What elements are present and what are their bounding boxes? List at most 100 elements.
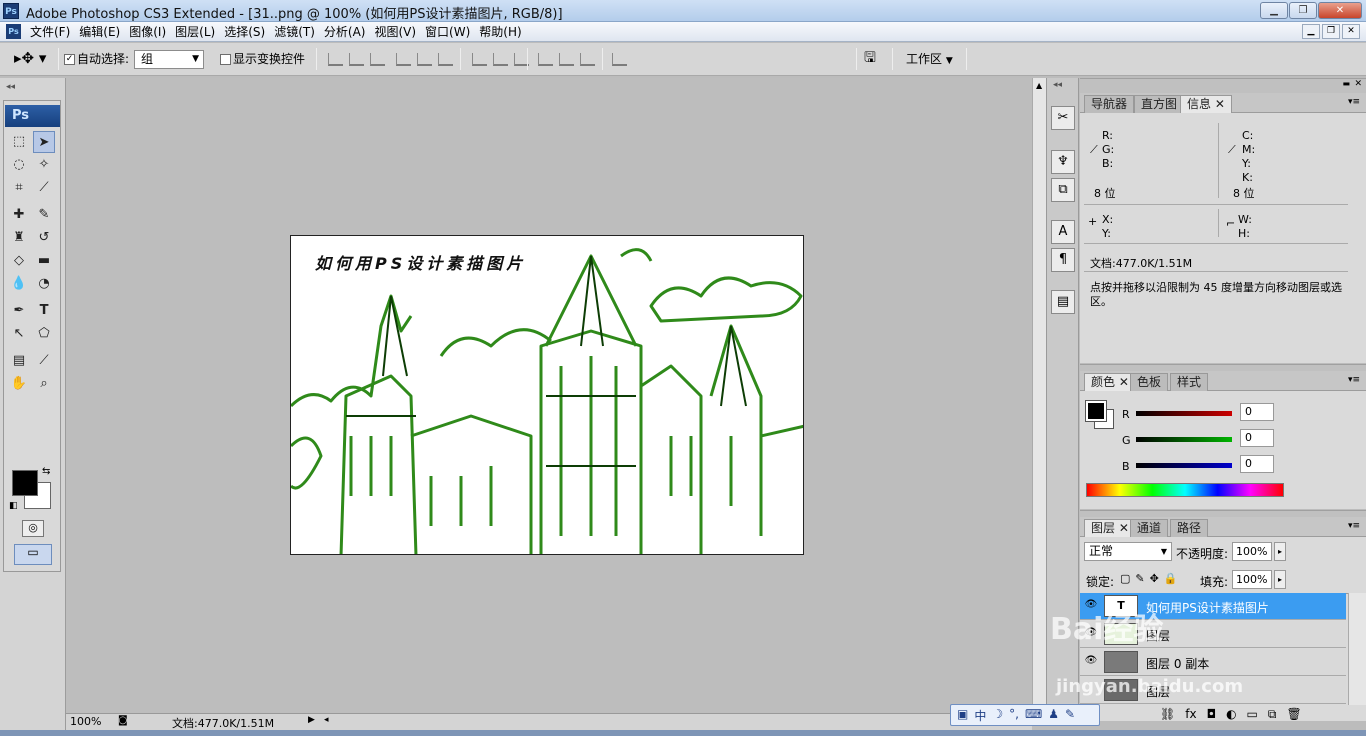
tab-swatches[interactable]: 色板 (1130, 373, 1169, 391)
opacity-slider-icon[interactable]: ▸ (1274, 542, 1286, 561)
swap-colors-icon[interactable]: ⇆ (42, 466, 50, 477)
g-value-input[interactable]: 0 (1240, 429, 1274, 447)
fx-icon[interactable]: fx (1185, 707, 1196, 722)
align-vcenter-icon[interactable] (349, 53, 364, 66)
ime-logo-icon[interactable]: ▣ (957, 707, 968, 723)
expand-icon[interactable]: ◂◂ (1053, 80, 1062, 90)
show-transform-checkbox[interactable] (220, 54, 231, 65)
shape-tool-icon[interactable]: ⬠ (33, 323, 55, 345)
tab-histogram[interactable]: 直方图 (1134, 95, 1185, 113)
menu-edit[interactable]: 编辑(E) (77, 24, 127, 40)
lock-icons[interactable]: ▢✎✥🔒 (1120, 572, 1183, 585)
show-transform-option[interactable]: 显示变换控件 (220, 51, 305, 67)
foreground-color-swatch[interactable] (12, 470, 38, 496)
ime-mode[interactable]: 中 (974, 707, 986, 723)
group-icon[interactable]: ▭ (1247, 707, 1258, 722)
path-select-icon[interactable]: ↖ (8, 323, 30, 345)
layer-comps-icon[interactable]: ▤ (1051, 290, 1075, 314)
history-brush-icon[interactable]: ↺ (33, 227, 55, 249)
hand-tool-icon[interactable]: ✋ (8, 373, 30, 395)
user-icon[interactable]: ♟ (1048, 707, 1059, 723)
b-value-input[interactable]: 0 (1240, 455, 1274, 473)
panel-menu-icon[interactable]: ▾≡ (1348, 521, 1360, 531)
crop-tool-icon[interactable]: ⌗ (8, 177, 30, 199)
menu-view[interactable]: 视图(V) (372, 24, 423, 40)
menu-layer[interactable]: 图层(L) (173, 24, 222, 40)
mask-icon[interactable]: ◘ (1207, 707, 1217, 722)
tab-navigator[interactable]: 导航器 (1084, 95, 1135, 113)
status-menu-icon[interactable]: ◙ (118, 715, 128, 726)
tools-preset-icon[interactable]: ✂ (1051, 106, 1075, 130)
tab-info[interactable]: 信息 ✕ (1180, 95, 1232, 113)
g-slider[interactable] (1136, 437, 1232, 442)
tab-paths[interactable]: 路径 (1170, 519, 1209, 537)
eye-icon[interactable]: 👁 (1084, 655, 1098, 667)
b-slider[interactable] (1136, 463, 1232, 468)
notes-tool-icon[interactable]: ▤ (8, 350, 30, 372)
doc-restore-button[interactable]: ❐ (1322, 24, 1340, 39)
dodge-tool-icon[interactable]: ◔ (33, 273, 55, 295)
align-hcenter-icon[interactable] (417, 53, 432, 66)
doc-minimize-button[interactable]: ▁ (1302, 24, 1320, 39)
eraser-tool-icon[interactable]: ◇ (8, 250, 30, 272)
document-icon[interactable]: Ps (6, 24, 21, 39)
workspace-menu[interactable]: 工作区 ▼ (906, 51, 953, 69)
slice-tool-icon[interactable]: ⟋ (33, 177, 55, 199)
healing-brush-icon[interactable]: ✚ (8, 204, 30, 226)
align-bottom-icon[interactable] (370, 53, 385, 66)
auto-select-option[interactable]: ✓ 自动选择: (64, 51, 129, 67)
punctuation-icon[interactable]: °, (1009, 707, 1019, 723)
distribute-top-icon[interactable] (472, 53, 487, 66)
distribute-hcenter-icon[interactable] (559, 53, 574, 66)
menu-file[interactable]: 文件(F) (28, 24, 77, 40)
marquee-tool-icon[interactable]: ⬚ (8, 131, 30, 153)
link-layers-icon[interactable]: ⛓ (1160, 707, 1175, 722)
minimize-button[interactable]: ▁ (1260, 2, 1288, 19)
maximize-button[interactable]: ❐ (1289, 2, 1317, 19)
document-canvas[interactable]: 如何用PS设计素描图片 (290, 235, 804, 555)
r-value-input[interactable]: 0 (1240, 403, 1274, 421)
blend-mode-dropdown[interactable]: 正常 ▼ (1084, 542, 1172, 561)
doc-close-button[interactable]: ✕ (1342, 24, 1360, 39)
menu-image[interactable]: 图像(I) (127, 24, 173, 40)
magic-wand-icon[interactable]: ✧ (33, 154, 55, 176)
color-spectrum-bar[interactable] (1086, 483, 1284, 497)
pen-tool-icon[interactable]: ✒ (8, 300, 30, 322)
settings-icon[interactable]: ✎ (1065, 707, 1075, 723)
adjustment-layer-icon[interactable]: ◐ (1226, 707, 1236, 722)
layers-scrollbar[interactable] (1348, 593, 1366, 705)
fill-input[interactable]: 100% (1232, 570, 1272, 589)
canvas-vertical-scrollbar[interactable]: ▲ (1032, 78, 1046, 713)
type-tool-icon[interactable]: T (33, 300, 55, 322)
trash-icon[interactable]: 🗑 (1286, 707, 1301, 722)
menu-analysis[interactable]: 分析(A) (322, 24, 373, 40)
distribute-right-icon[interactable] (580, 53, 595, 66)
auto-select-checkbox[interactable]: ✓ (64, 54, 75, 65)
screen-mode-icon[interactable]: ▭ (14, 544, 52, 565)
layer-row[interactable]: 👁 图层 0 副本 (1080, 649, 1346, 676)
panel-close-icon[interactable]: ✕ (1354, 79, 1362, 89)
auto-align-icon[interactable] (612, 53, 627, 66)
menu-select[interactable]: 选择(S) (222, 24, 272, 40)
status-arrow-icon[interactable]: ▶ (308, 715, 315, 725)
panel-menu-icon[interactable]: ▾≡ (1348, 97, 1360, 107)
default-colors-icon[interactable]: ◧ (9, 501, 18, 511)
clone-stamp-icon[interactable]: ♜ (8, 227, 30, 249)
opacity-input[interactable]: 100% (1232, 542, 1272, 561)
menu-window[interactable]: 窗口(W) (423, 24, 477, 40)
character-panel-icon[interactable]: A (1051, 220, 1075, 244)
r-slider[interactable] (1136, 411, 1232, 416)
gradient-tool-icon[interactable]: ▬ (33, 250, 55, 272)
distribute-vcenter-icon[interactable] (493, 53, 508, 66)
menu-help[interactable]: 帮助(H) (477, 24, 528, 40)
fill-slider-icon[interactable]: ▸ (1274, 570, 1286, 589)
half-width-icon[interactable]: ☽ (992, 707, 1003, 723)
tab-layers[interactable]: 图层 ✕ (1084, 519, 1136, 537)
move-tool-icon[interactable]: ➤ (33, 131, 55, 153)
zoom-level[interactable]: 100% (70, 715, 101, 728)
brushes-icon[interactable]: ♆ (1051, 150, 1075, 174)
blur-tool-icon[interactable]: 💧 (8, 273, 30, 295)
scroll-left-icon[interactable]: ◂ (324, 715, 329, 725)
eyedropper-icon[interactable]: ⟋ (33, 350, 55, 372)
clone-source-icon[interactable]: ⧉ (1051, 178, 1075, 202)
